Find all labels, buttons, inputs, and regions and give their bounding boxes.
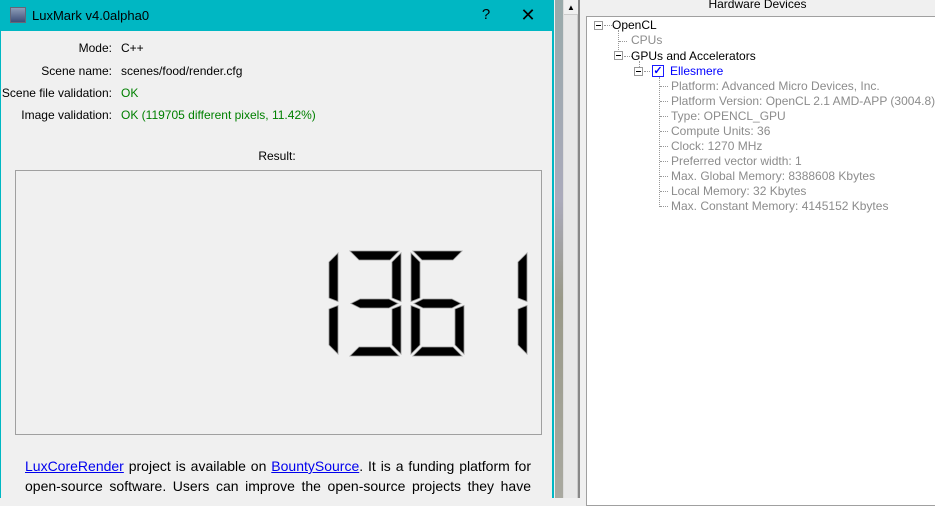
tree-node-property[interactable]: Type: OPENCL_GPU	[671, 109, 786, 124]
tree-node-property[interactable]: Preferred vector width: 1	[671, 154, 802, 169]
window-title: LuxMark v4.0alpha0	[32, 8, 150, 23]
lcd-digit-2-segment-d	[412, 346, 463, 357]
luxmark-dialog: LuxMark v4.0alpha0 ? ✕ Mode: C++ Scene n…	[0, 0, 554, 498]
lcd-digit-2-segment-g	[413, 298, 462, 309]
background-strip	[555, 0, 563, 498]
lcd-digit-1-segment-d	[349, 346, 400, 357]
collapse-icon[interactable]	[614, 51, 623, 60]
lcd-digit-2-segment-e	[410, 304, 421, 355]
paragraph-text: project is available on	[123, 458, 272, 474]
info-label: Mode:	[78, 41, 112, 55]
help-button[interactable]: ?	[471, 4, 501, 26]
luxcorerender-link[interactable]: LuxCoreRender	[25, 458, 124, 474]
tree-node-property[interactable]: Max. Global Memory: 8388608 Kbytes	[671, 169, 875, 184]
info-label: Scene name:	[41, 64, 112, 78]
info-row-image-validation: Image validation: OK (119705 different p…	[1, 108, 541, 124]
lcd-digit-3-segment-b	[517, 252, 528, 303]
tree-node-property[interactable]: Local Memory: 32 Kbytes	[671, 184, 806, 199]
tree-node-property[interactable]: Platform Version: OpenCL 2.1 AMD-APP (30…	[671, 94, 935, 109]
bountysource-link[interactable]: BountySource	[271, 458, 359, 474]
tree-connector	[660, 191, 668, 192]
device-checkbox[interactable]: ✓	[652, 65, 664, 77]
panel-title: Hardware Devices	[708, 0, 807, 11]
info-value: OK	[121, 86, 139, 100]
tree-connector	[660, 86, 668, 87]
lcd-digit-0-segment-c	[328, 304, 339, 355]
info-value: C++	[121, 41, 144, 55]
tree-connector	[660, 131, 668, 132]
lcd-digit-1-segment-a	[349, 250, 400, 261]
scrollbar[interactable]: ▲	[563, 0, 578, 498]
lcd-digit-0-segment-b	[328, 252, 339, 303]
tree-node-cpus[interactable]: CPUs	[631, 33, 662, 48]
tree-connector	[660, 146, 668, 147]
lcd-digit-1-segment-b	[391, 252, 402, 303]
tree-node-gpus[interactable]: GPUs and Accelerators	[631, 49, 756, 64]
hardware-devices-panel: Hardware Devices OpenCL CPUs GPUs and Ac…	[578, 0, 935, 506]
lcd-digit-1-segment-g	[350, 298, 399, 309]
result-label: Result:	[258, 149, 296, 163]
close-button[interactable]: ✕	[513, 4, 543, 26]
tree-node-property[interactable]: Clock: 1270 MHz	[671, 139, 762, 154]
info-value: OK (119705 different pixels, 11.42%)	[121, 108, 316, 122]
lcd-digit-1-segment-c	[391, 304, 402, 355]
title-bar: LuxMark v4.0alpha0 ? ✕	[1, 0, 552, 31]
collapse-icon[interactable]	[594, 21, 603, 30]
info-row-scene-validation: Scene file validation: OK	[1, 86, 541, 102]
info-value: scenes/food/render.cfg	[121, 64, 243, 78]
result-display	[15, 170, 542, 435]
tree-node-property[interactable]: Max. Constant Memory: 4145152 Kbytes	[671, 199, 888, 214]
info-row-mode: Mode: C++	[1, 41, 541, 57]
info-row-scene: Scene name: scenes/food/render.cfg	[1, 64, 541, 80]
device-tree[interactable]: OpenCL CPUs GPUs and Accelerators ✓ Elle…	[586, 16, 935, 506]
tree-node-device[interactable]: Ellesmere	[670, 64, 723, 79]
lcd-score	[328, 250, 528, 357]
lcd-digit-3-segment-c	[517, 304, 528, 355]
scroll-up-arrow-icon[interactable]: ▲	[564, 0, 578, 15]
app-icon	[10, 7, 26, 23]
lcd-digit-2-segment-c	[454, 304, 465, 355]
tree-connector	[660, 176, 668, 177]
tree-connector	[660, 206, 668, 207]
bountysource-paragraph: LuxCoreRender project is available on Bo…	[25, 456, 531, 498]
info-label: Image validation:	[21, 108, 112, 122]
tree-connector	[660, 101, 668, 102]
lcd-digit-2-segment-f	[410, 252, 421, 303]
info-label: Scene file validation:	[1, 86, 112, 100]
tree-node-property[interactable]: Compute Units: 36	[671, 124, 770, 139]
tree-connector	[660, 116, 668, 117]
tree-node-property[interactable]: Platform: Advanced Micro Devices, Inc.	[671, 79, 880, 94]
collapse-icon[interactable]	[634, 67, 643, 76]
lcd-digit-2-segment-a	[412, 250, 463, 261]
tree-connector	[660, 161, 668, 162]
